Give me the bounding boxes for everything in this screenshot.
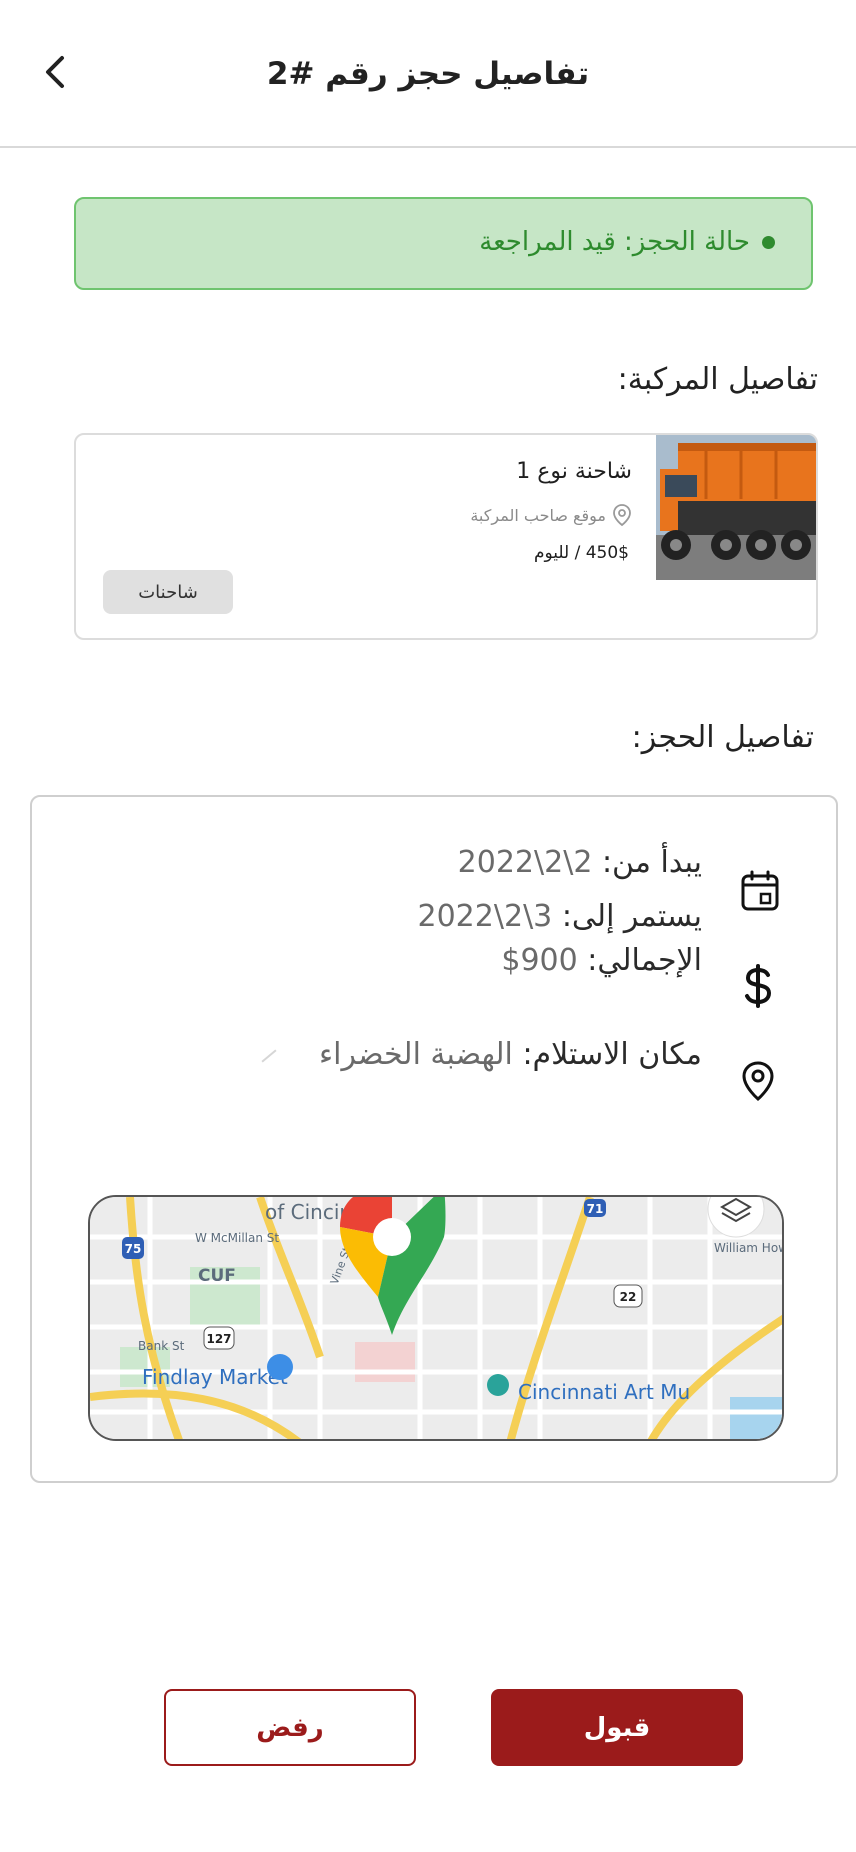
dollar-icon [736,964,780,1008]
total-value: 900$ [501,943,578,978]
map-label: William How [714,1241,784,1255]
map-shield: 127 [206,1332,231,1346]
calendar-icon [738,869,782,913]
start-date: يبدأ من: 2\2\2022 [458,845,702,880]
pickup-value: الهضبة الخضراء [319,1037,513,1072]
pickup-label: مكان الاستلام: [522,1037,702,1072]
map-label: of Cincin [265,1200,352,1224]
truck-photo [656,435,816,580]
booking-details-card: يبدأ من: 2\2\2022 يستمر إلى: 3\2\2022 ال… [30,795,838,1483]
location-pin-icon [613,504,631,527]
accept-button[interactable]: قبول [491,1689,743,1766]
vehicle-section-title: تفاصيل المركبة: [617,362,818,397]
total-amount: الإجمالي: 900$ [501,943,702,978]
vehicle-card[interactable]: شاحنة نوع 1 موقع صاحب المركبة 450$ / للي… [74,433,818,640]
map-shield: 71 [587,1202,604,1216]
end-date: يستمر إلى: 3\2\2022 [418,899,703,934]
vehicle-price: 450$ / لليوم [533,543,629,563]
end-date-label: يستمر إلى: [561,899,702,934]
status-dot-icon [762,235,775,249]
vehicle-name: شاحنة نوع 1 [516,459,632,484]
map-label: CUF [198,1266,236,1286]
booking-section-title: تفاصيل الحجز: [631,720,814,755]
map-label: Findlay Market [142,1365,288,1389]
total-label: الإجمالي: [587,943,702,978]
map-shield: 22 [620,1290,637,1304]
map-shield: 75 [125,1242,142,1256]
app-header: تفاصيل حجز رقم #2 [0,0,856,148]
map-label: W McMillan St [195,1231,279,1245]
reject-button[interactable]: رفض [164,1689,416,1766]
edit-hint-icon [261,1049,277,1063]
vehicle-location: موقع صاحب المركبة [470,503,632,527]
booking-status-banner: حالة الحجز: قيد المراجعة [74,197,813,290]
page-title: تفاصيل حجز رقم #2 [266,56,590,92]
map-label: Bank St [138,1339,185,1353]
end-date-value: 3\2\2022 [417,899,553,934]
location-pin-icon [736,1059,780,1103]
status-text: حالة الحجز: قيد المراجعة [479,227,750,257]
start-date-value: 2\2\2022 [457,845,593,880]
start-date-label: يبدأ من: [601,845,702,880]
pickup-location: مكان الاستلام: الهضبة الخضراء [319,1037,702,1072]
vehicle-location-text: موقع صاحب المركبة [470,505,606,525]
category-chip[interactable]: شاحنات [103,570,233,614]
pickup-map[interactable]: 75 71 22 127 of Cincin W McMillan St CUF… [88,1195,784,1441]
map-label: Cincinnati Art Mu [518,1380,690,1404]
